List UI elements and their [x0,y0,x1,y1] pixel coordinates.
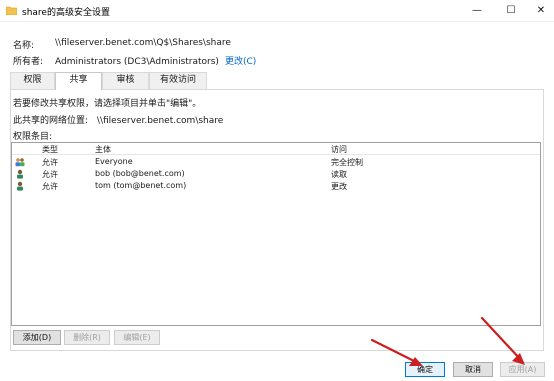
minimize-button[interactable]: — [462,0,492,22]
window-title: share的高级安全设置 [22,8,110,18]
tab-effective-access[interactable]: 有效访问 [149,72,207,89]
folder-icon [6,6,17,15]
table-row[interactable]: 允许 bob (bob@benet.com) 读取 [12,168,540,180]
column-principal[interactable]: 主体 [95,144,111,155]
owner-value: Administrators (DC3\Administrators) [55,57,219,67]
row-access: 完全控制 [331,158,363,167]
tab-share[interactable]: 共享 [55,72,102,90]
row-access: 读取 [331,170,347,179]
name-value: \\fileserver.benet.com\Q$\Shares\share [55,38,231,48]
instruction-text: 若要修改共享权限，请选择项目并单击"编辑"。 [13,99,202,109]
owner-label: 所有者: [13,57,44,67]
owner-row: Administrators (DC3\Administrators) 更改(C) [55,54,256,67]
column-access[interactable]: 访问 [331,144,347,155]
tab-auditing[interactable]: 审核 [102,72,149,89]
close-button[interactable]: ✕ [526,0,554,22]
network-location-value: \\fileserver.benet.com\share [96,116,224,126]
title-bar: share的高级安全设置 — ☐ ✕ [0,0,554,22]
row-principal: tom (tom@benet.com) [95,181,187,190]
group-icon [15,158,25,167]
network-location-row: 此共享的网络位置: \\fileserver.benet.com\share [13,113,223,126]
name-label: 名称: [13,41,35,51]
row-type: 允许 [42,182,58,191]
remove-button[interactable]: 删除(R) [64,330,110,345]
row-principal: Everyone [95,157,133,166]
row-type: 允许 [42,170,58,179]
column-type[interactable]: 类型 [42,144,58,155]
add-button[interactable]: 添加(D) [13,330,61,345]
table-row[interactable]: 允许 tom (tom@benet.com) 更改 [12,180,540,192]
edit-button[interactable]: 编辑(E) [114,330,160,345]
list-header: 类型 主体 访问 [12,143,540,155]
row-access: 更改 [331,182,347,191]
table-row[interactable]: 允许 Everyone 完全控制 [12,156,540,168]
row-principal: bob (bob@benet.com) [95,169,185,178]
owner-change-link[interactable]: 更改(C) [225,57,256,67]
entries-label: 权限条目: [13,132,53,142]
apply-button[interactable]: 应用(A) [500,362,545,377]
row-type: 允许 [42,158,58,167]
tab-permissions[interactable]: 权限 [10,72,55,89]
cancel-button[interactable]: 取消 [453,362,493,377]
ok-button[interactable]: 确定 [405,362,445,377]
maximize-button[interactable]: ☐ [496,0,526,22]
user-icon [17,169,23,179]
user-icon [17,181,23,191]
network-location-label: 此共享的网络位置: [13,116,89,126]
permission-entries-list[interactable]: 类型 主体 访问 允许 Everyone 完全控制 允许 bob (bob@be… [11,142,541,326]
